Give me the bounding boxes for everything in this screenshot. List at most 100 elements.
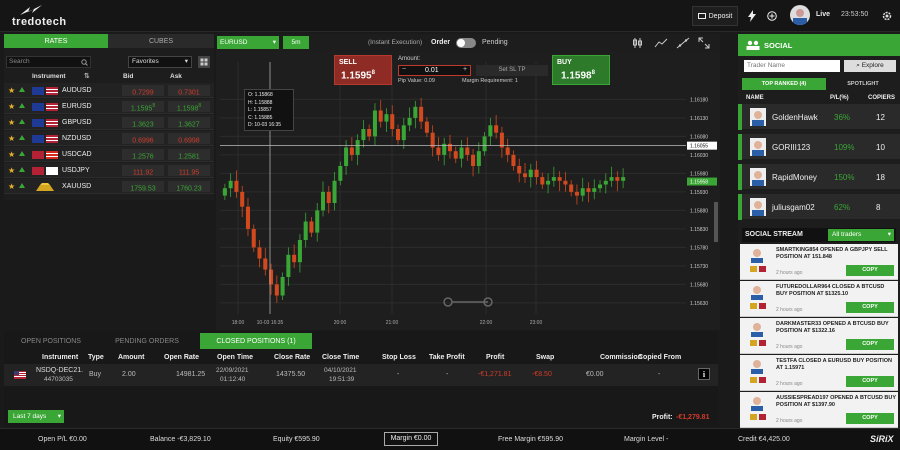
candle-body[interactable] [269, 269, 274, 285]
candle-body[interactable] [603, 180, 608, 185]
candle-body[interactable] [482, 136, 487, 152]
candle-body[interactable] [245, 206, 250, 229]
tab-cubes[interactable]: CUBES [108, 34, 214, 48]
expand-triangle-icon[interactable] [19, 183, 25, 188]
grid-view-button[interactable] [198, 56, 210, 68]
candle-body[interactable] [505, 147, 510, 155]
candle-body[interactable] [540, 177, 545, 185]
favorite-star-icon[interactable]: ★ [8, 134, 15, 143]
candle-body[interactable] [598, 184, 603, 189]
candle-body[interactable] [274, 284, 279, 296]
bid-price[interactable]: 111.92 [122, 165, 164, 176]
candle-body[interactable] [257, 247, 262, 259]
candle-body[interactable] [522, 173, 528, 178]
tab-spotlight[interactable]: SPOTLIGHT [830, 78, 896, 90]
col-header-close-time[interactable]: Close Time [322, 354, 359, 361]
sort-icon[interactable]: ⇅ [84, 72, 90, 80]
candle-body[interactable] [315, 210, 320, 233]
line-chart-button[interactable] [654, 37, 670, 49]
candle-body[interactable] [384, 114, 389, 122]
copy-button[interactable]: COPY [846, 302, 894, 313]
explore-button[interactable]: ⌕ Explore [844, 60, 896, 72]
candle-body[interactable] [471, 154, 476, 166]
interval-select[interactable]: 5m [283, 36, 309, 49]
col-header-instrument[interactable]: Instrument [42, 354, 78, 361]
favorites-select[interactable]: Favorites ▾ [128, 56, 192, 68]
candle-body[interactable] [407, 117, 412, 126]
tab-top-ranked[interactable]: TOP RANKED (4) [742, 78, 826, 90]
ask-price[interactable]: 111.95 [168, 165, 210, 176]
candle-body[interactable] [286, 254, 291, 277]
copy-button[interactable]: COPY [846, 413, 894, 424]
candle-body[interactable] [465, 147, 470, 155]
amount-input[interactable]: − 0.01 + [398, 65, 471, 76]
amount-minus-button[interactable]: − [402, 66, 406, 73]
indicators-button[interactable] [632, 37, 648, 49]
favorite-star-icon[interactable]: ★ [8, 118, 15, 127]
candle-body[interactable] [361, 129, 366, 141]
col-header-swap[interactable]: Swap [536, 354, 554, 361]
rate-row-nzdusd[interactable]: ★ NZDUSD 0.6996 0.6998 [4, 131, 214, 146]
favorite-star-icon[interactable]: ★ [8, 150, 15, 159]
candle-body[interactable] [332, 180, 337, 203]
col-header-open-time[interactable]: Open Time [217, 354, 253, 361]
rates-search-input[interactable]: Search [6, 56, 91, 68]
col-header-type[interactable]: Type [88, 354, 104, 361]
col-header-profit[interactable]: Profit [486, 354, 504, 361]
expand-triangle-icon[interactable] [19, 103, 25, 108]
rate-row-usdjpy[interactable]: ★ USDJPY 111.92 111.95 [4, 163, 214, 178]
candle-body[interactable] [551, 177, 556, 181]
candle-body[interactable] [574, 191, 579, 196]
favorite-star-icon[interactable]: ★ [8, 86, 15, 95]
candle-body[interactable] [419, 106, 424, 122]
candle-body[interactable] [320, 191, 326, 211]
tab-rates[interactable]: RATES [4, 34, 108, 48]
expand-triangle-icon[interactable] [19, 167, 25, 172]
chart-scrollbar[interactable] [714, 202, 718, 242]
favorite-star-icon[interactable]: ★ [8, 102, 15, 111]
candle-body[interactable] [390, 114, 395, 129]
candle-body[interactable] [303, 221, 308, 241]
candle-body[interactable] [459, 147, 464, 159]
candle-body[interactable] [372, 110, 377, 137]
tab-open-positions[interactable]: OPEN POSITIONS [4, 333, 98, 349]
bid-price[interactable]: 1.2576 [122, 149, 164, 160]
candle-body[interactable] [476, 151, 481, 166]
candle-body[interactable] [580, 188, 585, 196]
tab-pending-orders[interactable]: PENDING ORDERS [100, 333, 194, 349]
avatar[interactable] [790, 5, 810, 25]
ask-price[interactable]: 0.7301 [168, 85, 210, 96]
candle-body[interactable] [367, 129, 372, 137]
candle-body[interactable] [494, 125, 499, 133]
candle-body[interactable] [349, 147, 354, 155]
copy-button[interactable]: COPY [846, 339, 894, 350]
candle-body[interactable] [453, 151, 458, 159]
expand-triangle-icon[interactable] [19, 119, 25, 124]
rate-row-gbpusd[interactable]: ★ GBPUSD 1.3623 1.3627 [4, 115, 214, 130]
col-header-copied-from[interactable]: Copied From [638, 354, 681, 361]
col-header-stop-loss[interactable]: Stop Loss [382, 354, 416, 361]
trader-row[interactable]: juliusgam02 62% 8 [738, 194, 900, 220]
bid-price[interactable]: 0.7299 [122, 85, 164, 96]
candle-body[interactable] [511, 154, 516, 166]
period-select[interactable]: Last 7 days ▾ [8, 410, 64, 423]
candle-body[interactable] [499, 132, 504, 148]
candle-body[interactable] [615, 177, 620, 181]
candle-body[interactable] [280, 277, 285, 296]
stream-filter-select[interactable]: All traders ▾ [828, 229, 894, 241]
trader-row[interactable]: RapidMoney 150% 18 [738, 164, 900, 190]
candle-body[interactable] [344, 147, 349, 167]
candle-body[interactable] [338, 166, 343, 181]
buy-button[interactable]: BUY 1.15988 [552, 55, 610, 85]
margin[interactable]: Margin €0.00 [384, 432, 438, 446]
candle-body[interactable] [563, 180, 568, 185]
trader-row[interactable]: GORIII123 109% 10 [738, 134, 900, 160]
candle-body[interactable] [488, 125, 493, 137]
candle-body[interactable] [234, 180, 239, 192]
ask-price[interactable]: 1.2581 [168, 149, 210, 160]
rate-row-xauusd[interactable]: ★ XAUUSD 1759.53 1760.23 [4, 179, 214, 194]
candle-body[interactable] [297, 240, 302, 263]
sell-button[interactable]: SELL 1.15958 [334, 55, 392, 85]
candle-body[interactable] [263, 258, 268, 270]
candle-body[interactable] [586, 188, 591, 192]
